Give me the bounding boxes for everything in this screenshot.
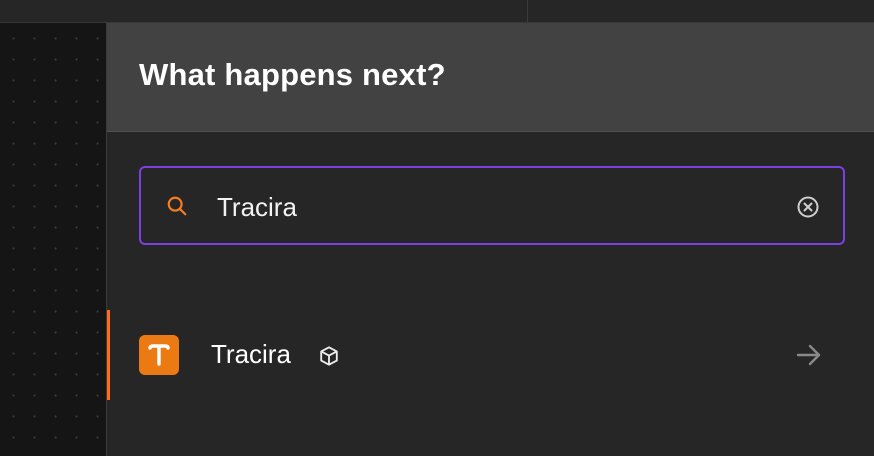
top-bar — [0, 0, 874, 23]
search-input[interactable] — [215, 186, 779, 228]
result-item-label: Tracira — [211, 339, 291, 369]
cube-icon — [320, 346, 338, 366]
search-box[interactable] — [139, 166, 845, 245]
arrow-right-icon[interactable] — [796, 343, 822, 367]
panel-header: What happens next? — [107, 23, 874, 132]
result-item-tracira[interactable]: Tracira — [107, 310, 874, 400]
tracira-logo — [139, 335, 179, 375]
workflow-canvas[interactable] — [0, 23, 106, 456]
tracira-logo-mark — [148, 344, 170, 366]
node-creator-panel: What happens next? Tracira — [106, 23, 874, 456]
top-bar-divider — [527, 0, 528, 22]
search-icon — [167, 196, 187, 216]
panel-title: What happens next? — [139, 57, 446, 92]
clear-search-icon[interactable] — [796, 195, 820, 219]
selection-indicator — [107, 310, 110, 400]
